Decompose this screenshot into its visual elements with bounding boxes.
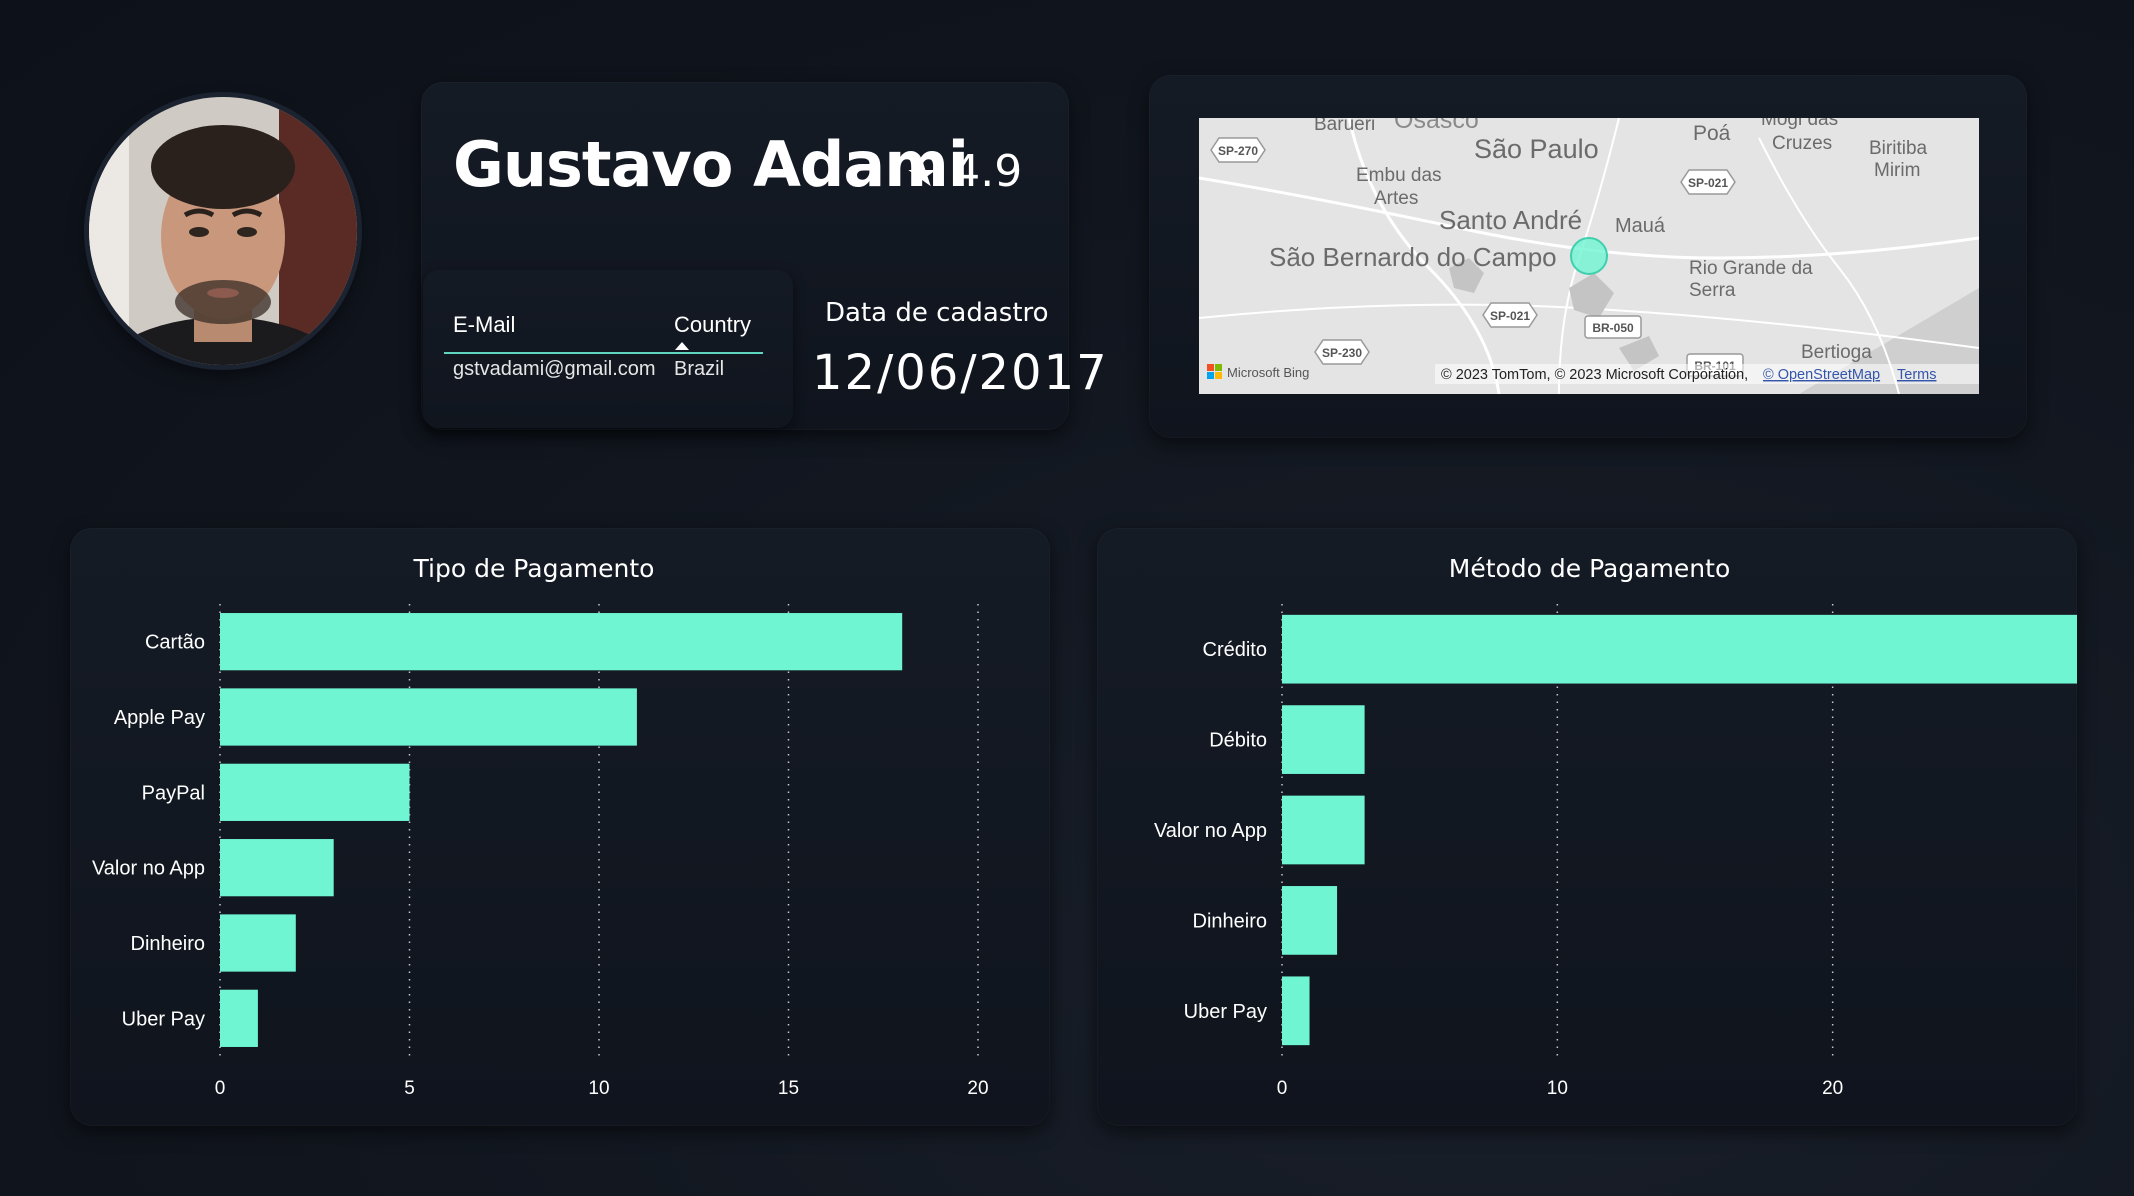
openstreetmap-link[interactable]: © OpenStreetMap [1763, 367, 1880, 383]
category-label-valor-no-app: Valor no App [1154, 820, 1267, 842]
bar-debito[interactable] [1282, 705, 1365, 774]
category-label-cartao: Cartão [145, 632, 205, 654]
sort-ascending-icon[interactable] [675, 342, 689, 350]
map-label-sao-paulo: São Paulo [1474, 134, 1599, 164]
bar-paypal[interactable] [220, 763, 410, 821]
email-cell: gstvadami@gmail.com [453, 358, 656, 380]
bar-valor-no-app[interactable] [220, 839, 334, 897]
map-terms-link[interactable]: Terms [1897, 367, 1936, 383]
svg-text:SP-230: SP-230 [1322, 346, 1362, 360]
road-shield-sp021-south: SP-021 [1482, 302, 1538, 328]
x-tick-label: 10 [588, 1078, 609, 1099]
profile-avatar [89, 97, 357, 365]
profile-name: Gustavo Adami [453, 128, 969, 201]
bar-credito[interactable] [1282, 614, 2077, 684]
tipo-pagamento-bar-chart: 0 5 10 15 20 Cartão Apple Pay PayPal Valor no Ap… [92, 604, 989, 1099]
map-label-cruzes: Cruzes [1772, 133, 1832, 154]
category-label-valor-no-app: Valor no App [92, 858, 205, 880]
x-tick-label: 20 [967, 1078, 988, 1099]
location-map[interactable]: Barueri Osasco São Paulo Poá Mogi das Cr… [1199, 118, 1979, 394]
map-label-osasco: Osasco [1394, 118, 1479, 134]
country-cell: Brazil [674, 358, 725, 380]
map-label-serra: Serra [1689, 280, 1736, 301]
map-label-santo-andre: Santo André [1439, 205, 1582, 235]
x-tick-label: 5 [404, 1078, 415, 1099]
x-tick-label: 10 [1547, 1078, 1568, 1099]
map-label-biritiba: Biritiba [1869, 138, 1928, 159]
x-tick-label: 0 [215, 1078, 226, 1099]
x-tick-label: 0 [1277, 1078, 1288, 1099]
bar-valor-no-app[interactable] [1282, 795, 1365, 865]
map-label-maua: Mauá [1615, 215, 1666, 237]
category-label-debito: Débito [1209, 730, 1267, 752]
rating: ★ 4.9 [906, 146, 1022, 197]
category-label-dinheiro: Dinheiro [1193, 910, 1267, 932]
star-icon: ★ [906, 154, 939, 195]
svg-text:SP-270: SP-270 [1218, 144, 1258, 158]
x-tick-label: 15 [778, 1078, 799, 1099]
map-label-bertioga: Bertioga [1801, 342, 1872, 363]
location-marker[interactable] [1570, 237, 1608, 275]
bar-uber-pay[interactable] [220, 989, 258, 1047]
registration-date-value: 12/06/2017 [812, 345, 1109, 401]
avatar-photo [89, 97, 357, 365]
map-label-embu-das: Embu das [1356, 165, 1442, 186]
svg-text:BR-050: BR-050 [1592, 321, 1634, 335]
chart-title-metodo-pagamento: Método de Pagamento [1448, 554, 1731, 583]
category-label-uber-pay: Uber Pay [122, 1008, 205, 1030]
road-shield-sp021-east: SP-021 [1680, 169, 1736, 195]
map-label-mirim: Mirim [1874, 160, 1920, 181]
column-header-country[interactable]: Country [674, 312, 751, 338]
map-label-poa: Poá [1693, 122, 1731, 145]
map-label-barueri: Barueri [1314, 118, 1375, 135]
category-label-paypal: PayPal [142, 782, 205, 804]
road-shield-sp230: SP-230 [1314, 339, 1370, 365]
road-shield-sp270: SP-270 [1210, 137, 1266, 163]
svg-text:SP-021: SP-021 [1490, 309, 1530, 323]
category-label-apple-pay: Apple Pay [114, 707, 205, 729]
bar-dinheiro[interactable] [1282, 886, 1338, 955]
road-shield-br050: BR-050 [1584, 315, 1642, 339]
map-canvas[interactable]: Barueri Osasco São Paulo Poá Mogi das Cr… [1199, 118, 1979, 394]
contact-table-panel [423, 270, 793, 428]
map-label-artes: Artes [1374, 188, 1418, 209]
column-header-email[interactable]: E-Mail [453, 312, 515, 338]
rating-value: 4.9 [952, 146, 1023, 197]
bar-uber-pay[interactable] [1282, 976, 1310, 1046]
map-label-rio-grande: Rio Grande da [1689, 258, 1813, 279]
svg-text:SP-021: SP-021 [1688, 176, 1728, 190]
map-label-sao-bernardo: São Bernardo do Campo [1269, 242, 1557, 272]
bar-dinheiro[interactable] [220, 914, 296, 972]
x-tick-label: 20 [1822, 1078, 1843, 1099]
category-label-credito: Crédito [1203, 639, 1267, 661]
registration-date-label: Data de cadastro [825, 298, 1049, 328]
map-label-mogi-das: Mogi das [1761, 118, 1838, 130]
map-attribution: © 2023 TomTom, © 2023 Microsoft Corporat… [1441, 367, 1748, 383]
chart-title-tipo-pagamento: Tipo de Pagamento [413, 554, 655, 583]
bar-apple-pay[interactable] [220, 688, 637, 746]
svg-text:Microsoft Bing: Microsoft Bing [1227, 365, 1309, 380]
category-label-uber-pay: Uber Pay [1184, 1001, 1267, 1023]
metodo-pagamento-bar-chart: 0102030CréditoDébitoValor no AppDinheiro… [1154, 604, 2077, 1099]
bar-cartao[interactable] [220, 613, 903, 671]
table-header-divider [444, 352, 763, 354]
category-label-dinheiro: Dinheiro [131, 933, 205, 955]
